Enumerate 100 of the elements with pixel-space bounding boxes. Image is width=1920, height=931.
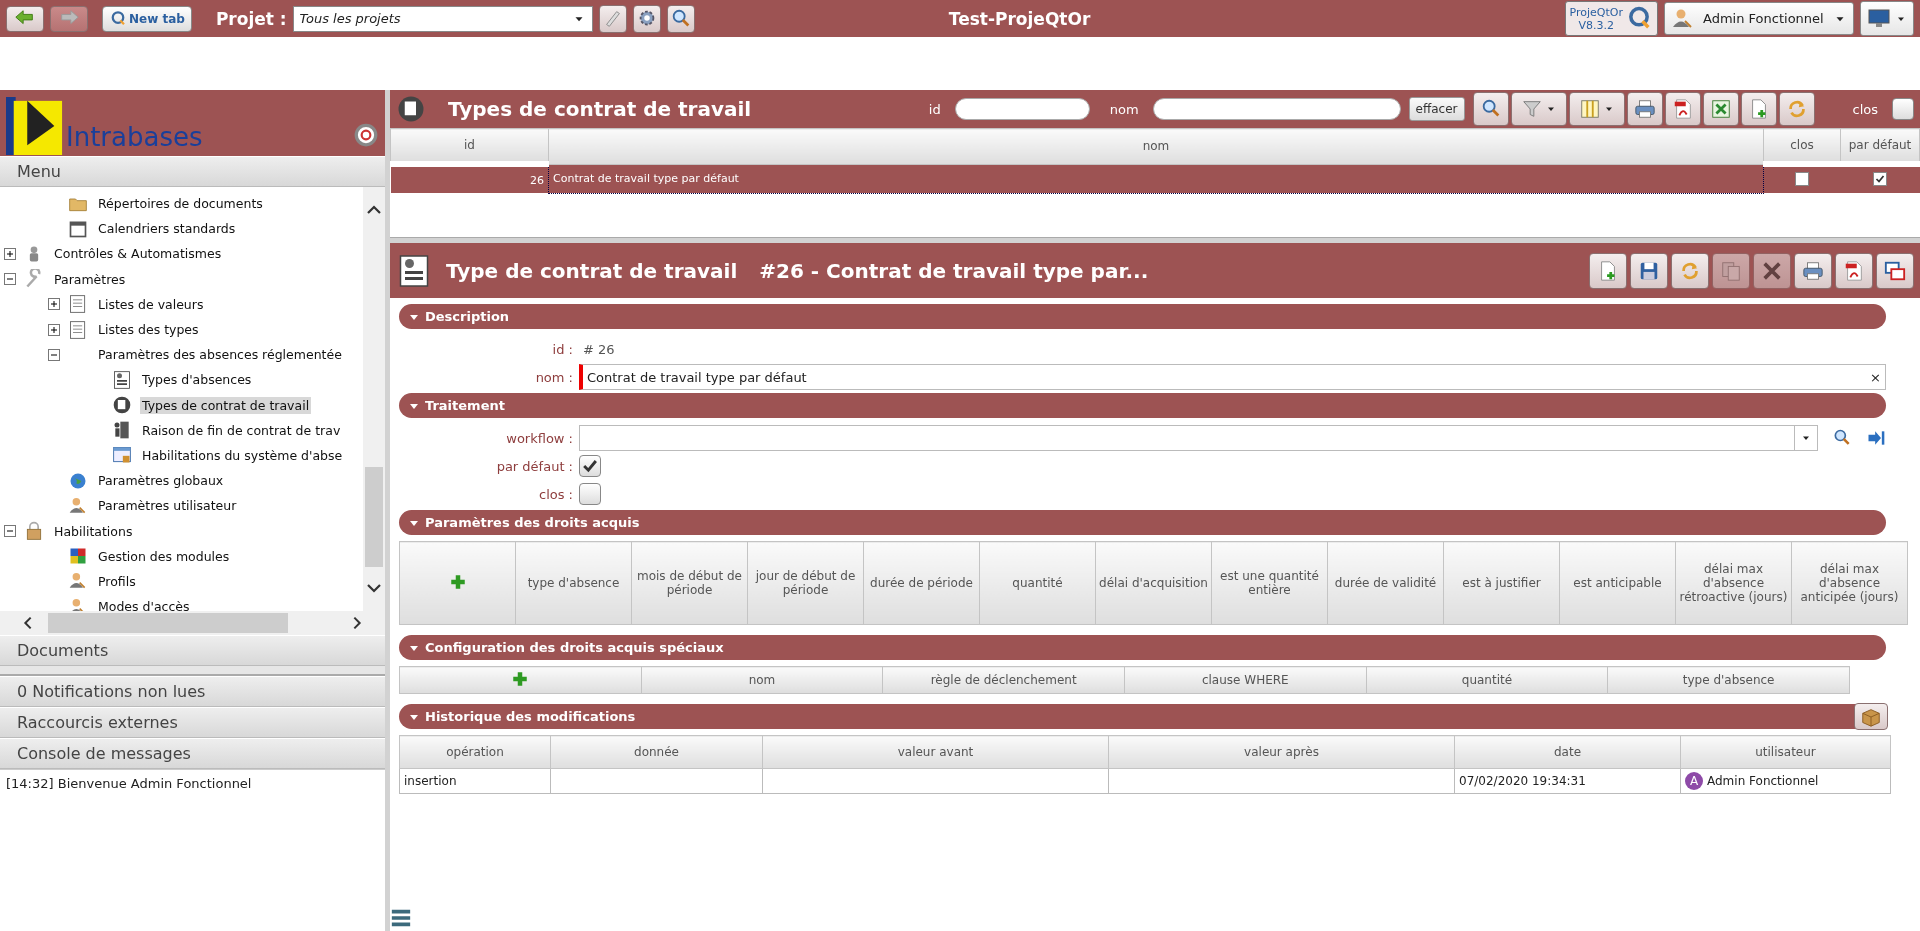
checkbox[interactable] [1892, 98, 1914, 120]
column-header[interactable]: valeur après [1108, 735, 1455, 769]
windows-button[interactable] [1876, 252, 1914, 289]
print-button[interactable] [1794, 252, 1832, 289]
add-button[interactable] [511, 669, 530, 688]
new-document-button[interactable] [1740, 92, 1777, 126]
new-document-button[interactable] [1589, 252, 1627, 289]
checkbox[interactable] [579, 455, 601, 477]
copy-button[interactable] [1712, 252, 1750, 289]
section-header[interactable]: Description [399, 304, 1886, 329]
column-header[interactable]: délai max d'absence rétroactive (jours) [1675, 541, 1792, 625]
panel-header[interactable]: Documents [0, 635, 385, 666]
table-row[interactable]: 26 Contrat de travail type par défaut [390, 164, 1920, 193]
project-select[interactable]: Tous les projets [292, 5, 593, 32]
menu-item[interactable]: Répertoires de documents [96, 195, 265, 213]
column-header[interactable]: est une quantité entière [1211, 541, 1328, 625]
menu-item[interactable]: Habilitations [52, 522, 135, 540]
search-button[interactable] [666, 4, 695, 33]
clear-button[interactable]: effacer [1408, 97, 1465, 121]
edit-button[interactable] [598, 4, 627, 33]
scrollbar-thumb[interactable] [48, 613, 288, 633]
menu-item[interactable]: Habilitations du système d'abse [140, 446, 345, 464]
search-button[interactable] [1472, 92, 1509, 126]
menu-item[interactable]: Calendriers standards [96, 220, 238, 238]
name-filter-field[interactable] [1152, 98, 1401, 120]
column-header[interactable]: règle de déclenchement [882, 666, 1125, 694]
refresh-button[interactable] [1778, 92, 1815, 126]
splitter-handle[interactable] [385, 90, 390, 931]
clear-field-button[interactable]: × [1870, 369, 1881, 385]
menu-item[interactable]: Paramètres des absences réglementée [96, 346, 344, 364]
column-header[interactable]: durée de période [863, 541, 980, 625]
expand-toggle[interactable] [4, 247, 16, 260]
menu-item[interactable]: Types de contrat de travail [140, 396, 312, 414]
menu-item[interactable]: Types d'absences [140, 371, 254, 389]
add-button[interactable] [448, 572, 467, 591]
column-header[interactable]: id [390, 128, 549, 164]
column-header[interactable]: utilisateur [1680, 735, 1891, 769]
collapse-toggle[interactable] [48, 348, 60, 361]
panel-header[interactable]: Console de messages [0, 738, 385, 769]
column-header[interactable]: nom [548, 128, 1764, 164]
column-header[interactable]: nom [641, 666, 883, 694]
checkbox[interactable] [1795, 171, 1810, 186]
checkbox[interactable] [579, 483, 601, 505]
menu-item[interactable]: Profils [96, 572, 138, 590]
menu-item[interactable]: Gestion des modules [96, 547, 232, 565]
filter-button[interactable] [1510, 92, 1567, 126]
menu-item[interactable]: Listes des types [96, 321, 201, 339]
new-tab-button[interactable]: New tab [102, 5, 192, 32]
column-header[interactable]: type d'absence [1607, 666, 1850, 694]
expand-toggle[interactable] [48, 323, 60, 336]
panel-header[interactable]: 0 Notifications non lues [0, 676, 385, 707]
splitter-handle[interactable] [0, 666, 385, 676]
splitter-handle[interactable] [390, 237, 1920, 243]
menu-item[interactable]: Paramètres [52, 270, 128, 288]
vertical-scrollbar[interactable] [363, 187, 385, 611]
column-header[interactable]: quantité [1366, 666, 1608, 694]
scrollbar-thumb[interactable] [365, 467, 383, 567]
column-header[interactable]: type d'absence [515, 541, 632, 625]
column-header[interactable]: par défaut [1840, 128, 1920, 164]
delete-button[interactable] [1753, 252, 1791, 289]
menu-item[interactable]: Paramètres utilisateur [96, 497, 239, 515]
refresh-button[interactable] [1671, 252, 1709, 289]
pdf-button[interactable] [1664, 92, 1701, 126]
checkbox[interactable] [1873, 172, 1887, 186]
forward-button[interactable] [50, 5, 88, 32]
column-header[interactable]: délai d'acquisition [1095, 541, 1212, 625]
section-header[interactable]: Traitement [399, 393, 1886, 418]
display-menu[interactable] [1860, 1, 1914, 36]
column-header[interactable]: est anticipable [1559, 541, 1676, 625]
column-header[interactable]: délai max d'absence anticipée (jours) [1791, 541, 1908, 625]
column-header[interactable]: est à justifier [1443, 541, 1560, 625]
menu-header[interactable]: Menu [0, 156, 385, 187]
menu-item[interactable]: Contrôles & Automatismes [52, 245, 224, 263]
section-header[interactable]: Paramètres des droits acquis [399, 510, 1886, 535]
column-header[interactable]: opération [399, 735, 551, 769]
spreadsheet-button[interactable] [1702, 92, 1739, 126]
collapse-toggle[interactable] [4, 273, 16, 286]
column-header[interactable]: donnée [550, 735, 763, 769]
menu-item[interactable]: Listes de valeurs [96, 295, 206, 313]
user-menu[interactable]: Admin Fonctionnel [1664, 2, 1854, 35]
menu-item[interactable]: Paramètres globaux [96, 472, 226, 490]
expand-toggle[interactable] [48, 298, 60, 311]
column-header[interactable]: quantité [979, 541, 1096, 625]
column-header[interactable]: clause WHERE [1124, 666, 1367, 694]
column-header[interactable]: clos [1763, 128, 1841, 164]
back-button[interactable] [6, 5, 44, 32]
columns-button[interactable] [1568, 92, 1625, 126]
section-header[interactable]: Configuration des droits acquis spéciaux [399, 635, 1886, 660]
section-header[interactable]: Historique des modifications [399, 704, 1886, 729]
menu-item[interactable]: Raison de fin de contrat de trav [140, 421, 343, 439]
column-header[interactable]: valeur avant [762, 735, 1109, 769]
save-button[interactable] [1630, 252, 1668, 289]
column-header[interactable]: durée de validité [1327, 541, 1444, 625]
column-header[interactable]: jour de début de période [747, 541, 864, 625]
column-header[interactable]: date [1454, 735, 1681, 769]
id-filter-field[interactable] [954, 98, 1090, 120]
panel-header[interactable]: Raccourcis externes [0, 707, 385, 738]
archive-button[interactable] [1854, 703, 1888, 730]
pdf-button[interactable] [1835, 252, 1873, 289]
settings-button[interactable] [632, 4, 661, 33]
